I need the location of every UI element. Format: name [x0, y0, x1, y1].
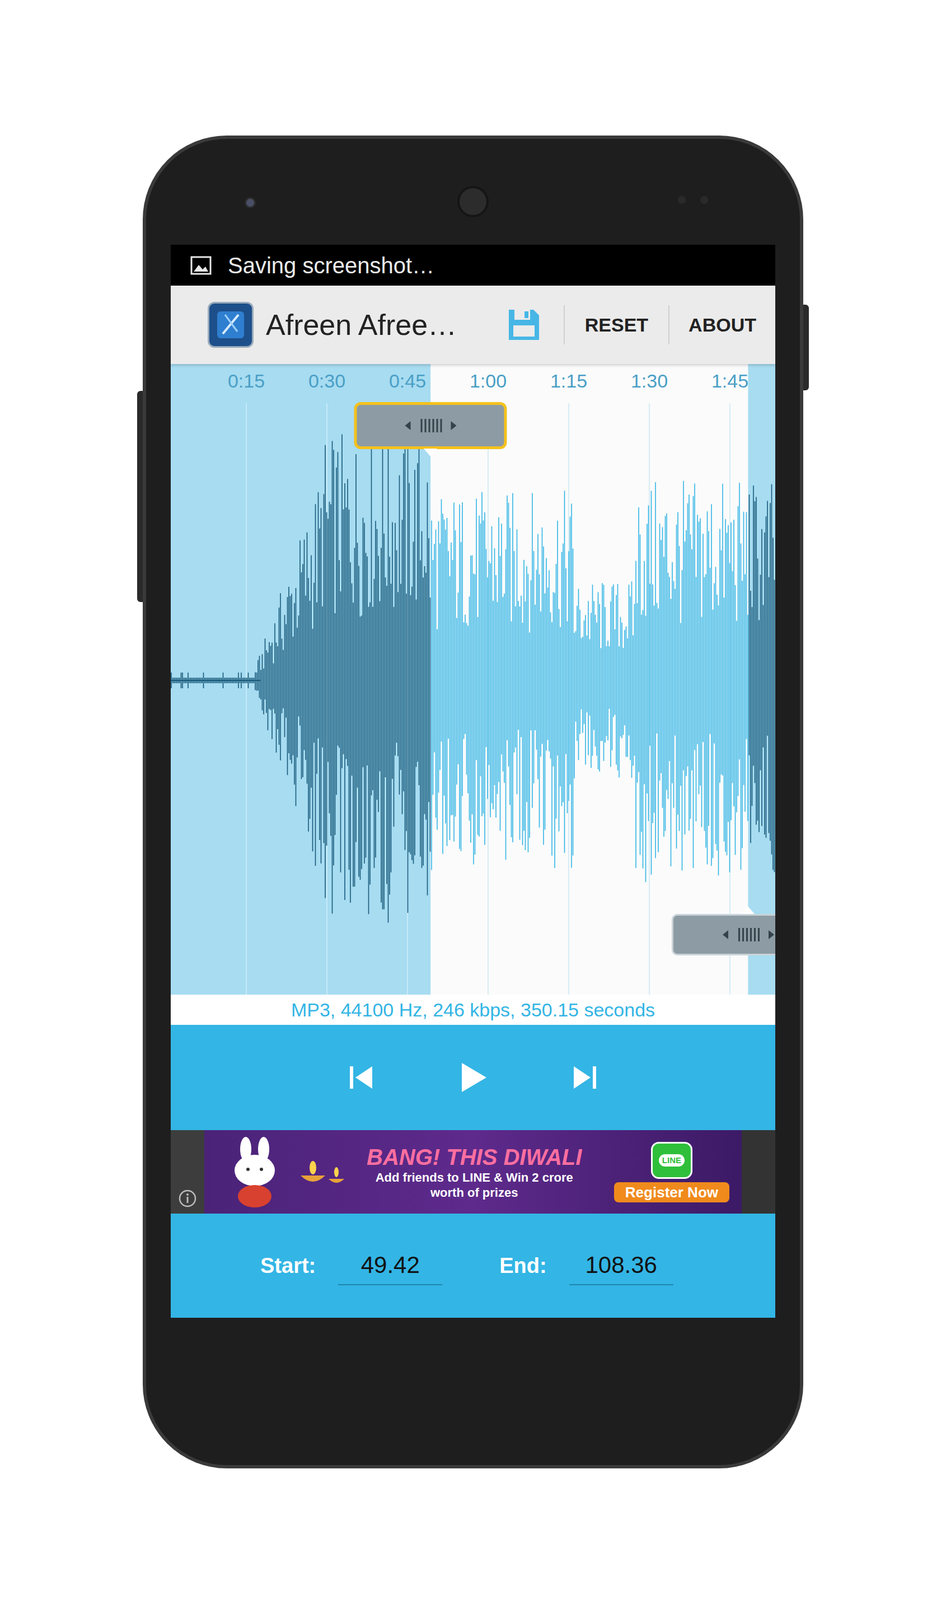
end-label: End:: [499, 1252, 547, 1278]
line-logo: LINE: [651, 1141, 693, 1179]
time-tick: 1:45: [711, 369, 749, 392]
ad-text: BANG! THIS DIWALIAdd friends to LINE & W…: [366, 1143, 582, 1200]
time-tick: 0:15: [227, 369, 265, 392]
ad-body-line: Add friends to LINE & Win 2 crore: [375, 1169, 574, 1185]
front-camera-icon: [244, 197, 256, 209]
image-icon: [189, 255, 213, 276]
waveform-panel[interactable]: 0:15 0:30 0:45 1:00 1:15 1:30 1:45: [170, 363, 776, 995]
start-label: Start:: [260, 1252, 316, 1278]
volume-button[interactable]: [137, 390, 143, 602]
start-marker-icon: [423, 448, 438, 457]
time-tick: 0:30: [308, 369, 346, 392]
ad-content[interactable]: BANG! THIS DIWALIAdd friends to LINE & W…: [204, 1129, 742, 1214]
phone: Saving screenshot… Afreen Afree… RESETABOU…: [142, 135, 804, 1468]
grip-icon: [396, 414, 465, 437]
ad-headline: BANG! THIS DIWALI: [366, 1143, 582, 1170]
time-tick: 0:45: [389, 369, 426, 392]
ad-cta: LINERegister Now: [614, 1141, 730, 1202]
player-controls: [170, 1024, 776, 1130]
end-marker-icon: [741, 905, 755, 914]
screen: Saving screenshot… Afreen Afree… RESETABOU…: [170, 244, 776, 1318]
sensor-icon: [677, 195, 686, 204]
page: Saving screenshot… Afreen Afree… RESETABOU…: [0, 0, 946, 1600]
waveform-chart[interactable]: [170, 363, 776, 995]
reset-button[interactable]: RESET: [564, 285, 669, 364]
file-info: MP3, 44100 Hz, 246 kbps, 350.15 seconds: [170, 994, 776, 1025]
start-field[interactable]: 49.42: [338, 1245, 443, 1285]
ad-banner[interactable]: BANG! THIS DIWALIAdd friends to LINE & W…: [170, 1129, 776, 1214]
skip-previous-icon[interactable]: [345, 1061, 377, 1093]
diya-icon: [296, 1154, 347, 1189]
speaker-icon: [457, 185, 489, 218]
scissors-icon: [214, 308, 247, 341]
register-button[interactable]: Register Now: [614, 1181, 730, 1202]
action-bar: Afreen Afree… RESETABOUT: [170, 285, 776, 364]
info-icon[interactable]: [178, 1188, 198, 1208]
time-tick: 1:15: [550, 369, 588, 392]
ad-body-line: worth of prizes: [430, 1184, 518, 1200]
status-bar: Saving screenshot…: [170, 244, 776, 286]
grip-icon: [714, 923, 776, 946]
time-tick: 1:00: [469, 369, 507, 392]
power-button[interactable]: [803, 304, 809, 391]
skip-next-icon[interactable]: [569, 1061, 601, 1093]
play-icon[interactable]: [455, 1059, 491, 1095]
notification-text: Saving screenshot…: [227, 251, 435, 279]
bunny-icon: [224, 1135, 287, 1208]
ad-art: [204, 1129, 367, 1214]
save-icon[interactable]: [505, 306, 543, 344]
time-tick: 1:30: [630, 369, 668, 392]
end-field[interactable]: 108.36: [569, 1245, 674, 1285]
about-button[interactable]: ABOUT: [669, 285, 776, 364]
song-title: Afreen Afree…: [265, 307, 457, 343]
app-icon[interactable]: [207, 301, 254, 348]
range-row: Start: 49.42 End: 108.36: [170, 1213, 776, 1318]
start-handle[interactable]: [354, 401, 508, 449]
end-handle[interactable]: [671, 913, 776, 955]
sensor-icon: [700, 195, 709, 204]
